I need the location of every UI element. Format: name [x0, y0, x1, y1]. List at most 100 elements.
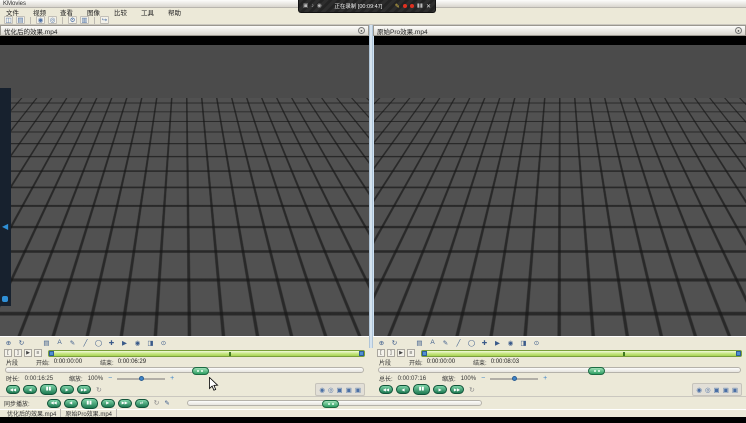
annotate-icon[interactable]: ✎ [395, 3, 400, 10]
zoom-slider[interactable] [490, 375, 539, 381]
pencil-tool-icon[interactable]: ✎ [441, 338, 450, 347]
go-start-button[interactable]: ◀◀ [379, 385, 393, 394]
set-clip-start-button[interactable]: [ [4, 349, 12, 357]
go-end-button[interactable]: ▶▶ [450, 385, 464, 394]
magnifier-icon[interactable]: ⊙ [532, 338, 541, 347]
mark-out-icon[interactable]: ▣ [346, 386, 352, 394]
current-frame-marker[interactable] [622, 351, 625, 356]
snapshot-icon[interactable]: ◉ [696, 386, 702, 394]
range-end-handle[interactable] [736, 350, 741, 356]
pan-icon[interactable]: ⊕ [4, 338, 13, 347]
sync-step-back-button[interactable]: ◀ [63, 398, 78, 408]
zoom-out-button[interactable]: − [481, 375, 485, 382]
set-clip-end-button[interactable]: ] [387, 349, 395, 357]
zoom-slider-handle[interactable] [511, 375, 517, 381]
mark-out-icon[interactable]: ▣ [723, 386, 729, 394]
ellipse-tool-icon[interactable]: ◯ [94, 338, 103, 347]
line-tool-icon[interactable]: ╱ [454, 338, 463, 347]
step-forward-button[interactable]: ▶ [60, 385, 74, 394]
right-clip-range-bar[interactable] [421, 349, 742, 357]
snapshot-both-icon[interactable]: ◎ [705, 386, 711, 394]
play-marker-icon[interactable]: ▶ [493, 338, 502, 347]
target-tool-icon[interactable]: ◉ [133, 338, 142, 347]
rotate-icon[interactable]: ↻ [390, 338, 399, 347]
zoom-slider[interactable] [117, 375, 166, 381]
save-marks-icon[interactable]: ▣ [732, 386, 738, 394]
step-back-button[interactable]: ◀ [396, 385, 410, 394]
range-start-handle[interactable] [49, 350, 54, 356]
ellipse-tool-icon[interactable]: ◯ [467, 338, 476, 347]
go-start-button[interactable]: ◀◀ [6, 385, 20, 394]
left-panel-pin-icon[interactable]: ● [358, 27, 365, 34]
halftone-tool-icon[interactable]: ◨ [146, 338, 155, 347]
right-panel-titlebar[interactable]: 原始Pro效果.mp4 ● [373, 25, 746, 36]
layout-icon[interactable]: ▤ [16, 16, 25, 24]
right-video-viewport[interactable] [373, 36, 746, 336]
mark-in-icon[interactable]: ▣ [337, 386, 343, 394]
sync-link-button[interactable]: ⇄ [134, 398, 149, 408]
grid-icon[interactable]: ▥ [80, 16, 89, 24]
sync-loop-button[interactable]: ↻ [154, 399, 160, 407]
mark-in-icon[interactable]: ▣ [714, 386, 720, 394]
sync-brush-icon[interactable]: ✎ [163, 399, 172, 408]
magnifier-icon[interactable]: ⊙ [159, 338, 168, 347]
global-timeline-handle[interactable] [322, 400, 340, 408]
save-marks-icon[interactable]: ▣ [355, 386, 361, 394]
pause-recording-icon[interactable]: ▮▮ [417, 3, 423, 9]
range-start-handle[interactable] [422, 350, 427, 356]
image-tool-icon[interactable]: ▤ [42, 338, 51, 347]
expand-side-panel-icon[interactable]: ◀ [2, 222, 8, 231]
current-frame-marker[interactable] [228, 351, 231, 356]
sync-go-end-button[interactable]: ▶▶ [117, 398, 132, 408]
record-icon[interactable] [402, 4, 407, 8]
pan-icon[interactable]: ⊕ [377, 338, 386, 347]
zoom-in-button[interactable]: + [543, 375, 547, 382]
zoom-in-button[interactable]: + [170, 375, 174, 382]
left-video-viewport[interactable] [0, 36, 369, 336]
recorder-camera-icon[interactable]: ◉ [317, 3, 322, 9]
zoom-out-button[interactable]: − [108, 375, 112, 382]
left-timeline-slider[interactable] [5, 367, 364, 375]
range-end-handle[interactable] [359, 350, 364, 356]
line-tool-icon[interactable]: ╱ [81, 338, 90, 347]
sync-pause-button[interactable]: ▮▮ [80, 397, 98, 409]
play-clip-button[interactable]: ▶ [24, 349, 32, 357]
right-panel-pin-icon[interactable]: ● [735, 27, 742, 34]
recorder-audio-icon[interactable]: ♪ [311, 3, 314, 9]
set-clip-end-button[interactable]: ] [14, 349, 22, 357]
target-tool-icon[interactable]: ◉ [506, 338, 515, 347]
step-forward-button[interactable]: ▶ [433, 385, 447, 394]
text-tool-icon[interactable]: A [428, 338, 437, 347]
open-file-icon[interactable]: ◫ [4, 16, 13, 24]
stop-icon[interactable] [409, 4, 414, 8]
clip-list-button[interactable]: ≡ [34, 349, 42, 357]
pencil-tool-icon[interactable]: ✎ [68, 338, 77, 347]
settings-icon[interactable]: ⚙ [68, 16, 77, 24]
snapshot-right-icon[interactable]: ◎ [48, 16, 57, 24]
halftone-tool-icon[interactable]: ◨ [519, 338, 528, 347]
sync-go-start-button[interactable]: ◀◀ [46, 398, 61, 408]
recording-toolbar[interactable]: ▣ ♪ ◉ 正在录制 [00:09:47] ✎ ▮▮ ✕ [298, 0, 436, 13]
side-panel-overlay[interactable]: ◀ [0, 88, 11, 306]
left-clip-range-bar[interactable] [48, 349, 365, 357]
timeline-handle[interactable] [588, 367, 606, 375]
clip-list-button[interactable]: ≡ [407, 349, 415, 357]
left-panel-titlebar[interactable]: 优化后的效果.mp4 ● [0, 25, 369, 36]
loop-button[interactable]: ↻ [469, 386, 475, 394]
go-end-button[interactable]: ▶▶ [77, 385, 91, 394]
snapshot-left-icon[interactable]: ◉ [36, 16, 45, 24]
loop-button[interactable]: ↻ [96, 386, 102, 394]
recorder-screen-icon[interactable]: ▣ [303, 3, 308, 9]
play-marker-icon[interactable]: ▶ [120, 338, 129, 347]
sync-step-forward-button[interactable]: ▶ [100, 398, 115, 408]
snapshot-both-icon[interactable]: ◎ [328, 386, 334, 394]
right-timeline-slider[interactable] [378, 367, 741, 375]
image-tool-icon[interactable]: ▤ [415, 338, 424, 347]
cross-tool-icon[interactable]: ✚ [480, 338, 489, 347]
pause-button[interactable]: ▮▮ [40, 384, 57, 395]
global-timeline-slider[interactable] [186, 400, 482, 408]
timeline-handle[interactable] [191, 367, 209, 375]
snapshot-icon[interactable]: ◉ [319, 386, 325, 394]
set-clip-start-button[interactable]: [ [377, 349, 385, 357]
close-recorder-icon[interactable]: ✕ [426, 3, 431, 10]
